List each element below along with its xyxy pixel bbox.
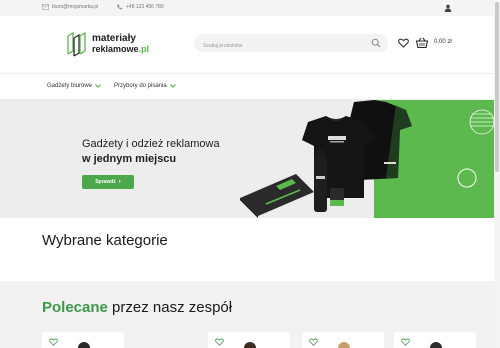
wishlist-heart-icon[interactable] — [215, 338, 224, 346]
logo-text-line1: materiały — [92, 33, 136, 44]
nav-item-writing-instruments[interactable]: Przybory do pisania — [114, 83, 176, 89]
phone-contact[interactable]: +48 123 456 789 — [116, 4, 164, 10]
featured-title-rest: przez nasz zespół — [107, 299, 233, 316]
nav-item-label: Gadżety biurowe — [47, 83, 93, 89]
notebook-image — [240, 174, 314, 218]
decorative-circle — [457, 168, 477, 188]
cart-total[interactable]: 0,00 zł — [434, 39, 452, 45]
product-card[interactable] — [302, 332, 384, 348]
top-bar: biuro@mojamarka.pl +48 123 456 789 — [0, 0, 500, 16]
hero-title-line1: Gadżety i odzież reklamowa — [82, 138, 220, 150]
phone-icon — [117, 4, 123, 10]
product-thumbnail — [244, 342, 256, 348]
categories-title: Wybrane kategorie — [42, 232, 168, 249]
product-thumbnail — [430, 342, 442, 348]
featured-title: Polecane przez nasz zespół — [42, 299, 232, 316]
search-icon[interactable] — [371, 38, 381, 48]
featured-section: Polecane przez nasz zespół — [0, 281, 494, 348]
wishlist-heart-icon[interactable] — [49, 338, 58, 346]
mail-icon — [42, 4, 49, 10]
wishlist-heart-icon[interactable] — [309, 338, 318, 346]
nav-item-label: Przybory do pisania — [114, 83, 167, 89]
logo-text-word: reklamowe — [92, 44, 139, 54]
hero-button-label: Sprawdź — [95, 179, 116, 185]
logo-text-suffix: .pl — [138, 44, 150, 54]
arrow-right-icon: › — [118, 179, 121, 185]
hero-product-image — [240, 100, 494, 218]
shopping-basket-icon[interactable] — [416, 37, 428, 48]
product-card[interactable] — [42, 332, 124, 348]
featured-title-accent: Polecane — [42, 299, 108, 316]
mug-image — [330, 188, 344, 206]
product-card[interactable] — [394, 332, 476, 348]
chevron-down-icon — [169, 84, 176, 88]
product-thumbnail — [78, 342, 90, 348]
product-card[interactable] — [208, 332, 290, 348]
decorative-striped-circle — [469, 109, 494, 135]
search-input[interactable] — [194, 37, 364, 55]
hero-banner: Gadżety i odzież reklamowa w jednym miej… — [0, 100, 494, 218]
logo-text-line2: reklamowe.pl — [92, 44, 149, 54]
nav-item-office-gadgets[interactable]: Gadżety biurowe — [47, 83, 101, 89]
chevron-down-icon — [95, 84, 101, 88]
wishlist-heart-icon[interactable] — [401, 338, 410, 346]
logo-mark-icon — [67, 31, 86, 57]
hero-check-button[interactable]: Sprawdź › — [82, 175, 134, 189]
search-bar — [194, 34, 388, 55]
user-account-icon[interactable] — [444, 4, 452, 12]
site-logo[interactable]: materiały reklamowe.pl — [66, 30, 149, 58]
phone-text: +48 123 456 789 — [126, 4, 164, 10]
bottle-image — [314, 150, 327, 212]
email-text: biuro@mojamarka.pl — [52, 4, 99, 10]
product-thumbnail — [338, 342, 350, 348]
hero-title-line2: w jednym miejscu — [82, 153, 177, 165]
scrollbar-thumb[interactable] — [495, 2, 499, 172]
wishlist-heart-icon[interactable] — [398, 38, 409, 48]
main-navigation: Gadżety biurowe Przybory do pisania — [0, 74, 500, 100]
email-contact[interactable]: biuro@mojamarka.pl — [42, 4, 98, 10]
site-header: materiały reklamowe.pl 0,00 zł — [0, 16, 500, 74]
page-scrollbar[interactable] — [494, 0, 500, 348]
